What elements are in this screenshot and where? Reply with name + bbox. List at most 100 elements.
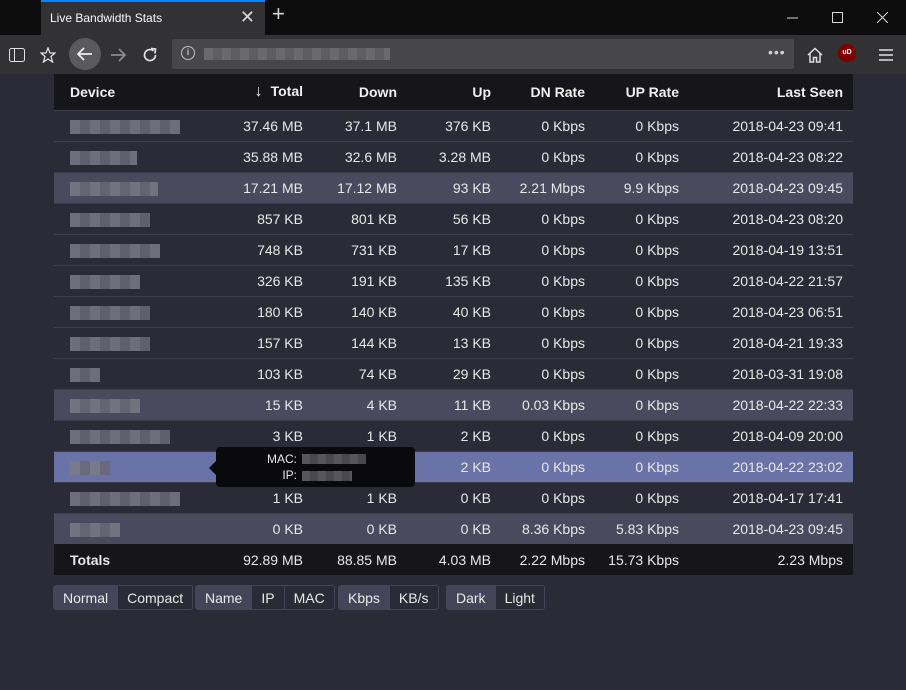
tooltip-mac-redacted <box>302 454 366 464</box>
cell-up-rate: 0 Kbps <box>635 458 679 475</box>
column-header-down[interactable]: Down <box>313 74 407 110</box>
name-label-button[interactable]: Name <box>196 586 253 609</box>
sidebar-icon <box>9 48 25 62</box>
menu-button[interactable] <box>871 40 901 70</box>
cell-total: 180 KB <box>257 303 303 320</box>
cell-up-rate: 0 Kbps <box>635 241 679 258</box>
device-name-cell[interactable] <box>54 451 213 482</box>
cell-up: 0 KB <box>460 489 491 506</box>
device-name-cell[interactable] <box>54 513 213 544</box>
device-name-redacted <box>70 522 120 537</box>
url-text-redacted <box>204 48 390 60</box>
forward-button[interactable] <box>103 40 133 70</box>
column-header-last-seen[interactable]: Last Seen <box>689 74 853 110</box>
device-name-cell[interactable] <box>54 265 213 296</box>
ublock-origin-icon[interactable]: uD <box>838 44 856 62</box>
close-tab-icon[interactable]: ✕ <box>240 8 255 26</box>
cell-up-rate: 0 Kbps <box>635 396 679 413</box>
navigation-toolbar: i ••• <box>0 35 906 74</box>
kbs-units-button[interactable]: KB/s <box>389 586 438 609</box>
home-button[interactable] <box>800 40 830 70</box>
cell-total: 0 KB <box>272 520 303 537</box>
cell-down: 17.12 MB <box>337 179 397 196</box>
cell-up-rate: 0 Kbps <box>635 148 679 165</box>
minimize-window-button[interactable] <box>770 0 815 35</box>
device-name-cell[interactable] <box>54 172 213 203</box>
column-header-device[interactable]: Device <box>54 74 213 110</box>
home-icon <box>807 47 823 63</box>
tab-live-bandwidth-stats[interactable]: Live Bandwidth Stats ✕ <box>41 0 265 35</box>
device-name-redacted <box>70 398 140 413</box>
device-name-redacted <box>70 212 150 227</box>
table-row[interactable]: 180 KB 140 KB 40 KB 0 Kbps 0 Kbps 2018-04-23 … <box>54 296 853 327</box>
sidebar-button[interactable] <box>2 40 32 70</box>
table-row[interactable]: 35.88 MB 32.6 MB 3.28 MB 0 Kbps 0 Kbps 2018-0… <box>54 141 853 172</box>
table-row[interactable]: 326 KB 191 KB 135 KB 0 Kbps 0 Kbps 2018-04-22… <box>54 265 853 296</box>
cell-down: 140 KB <box>351 303 397 320</box>
device-name-cell[interactable] <box>54 327 213 358</box>
totals-up: 4.03 MB <box>407 544 501 575</box>
kbps-units-button[interactable]: Kbps <box>339 586 390 609</box>
table-row[interactable]: 0 KB 0 KB 0 KB 8.36 Kbps 5.83 Kbps 2018-04-23… <box>54 513 853 544</box>
table-row[interactable]: 17.21 MB 17.12 MB 93 KB 2.21 Mbps 9.9 Kbps 20… <box>54 172 853 203</box>
cell-up: 40 KB <box>452 303 491 320</box>
device-name-cell[interactable] <box>54 203 213 234</box>
device-name-cell[interactable] <box>54 141 213 172</box>
back-button[interactable] <box>69 38 101 70</box>
cell-up: 13 KB <box>452 334 491 351</box>
column-header-up-rate[interactable]: UP Rate <box>595 74 689 110</box>
table-row[interactable]: 857 KB 801 KB 56 KB 0 Kbps 0 Kbps 2018-04-23 … <box>54 203 853 234</box>
device-name-cell[interactable] <box>54 358 213 389</box>
ip-label-button[interactable]: IP <box>252 586 285 609</box>
address-bar[interactable]: i ••• <box>172 39 794 69</box>
compact-density-button[interactable]: Compact <box>118 586 193 609</box>
cell-total: 17.21 MB <box>243 179 303 196</box>
device-name-cell[interactable] <box>54 389 213 420</box>
cell-dn-rate: 0 Kbps <box>541 427 585 444</box>
table-row[interactable]: 15 KB 4 KB 11 KB 0.03 Kbps 0 Kbps 2018-04-22 … <box>54 389 853 420</box>
table-row[interactable]: 3 KB 1 KB 2 KB 0 Kbps 0 Kbps 2018-04-09 20:00 <box>54 420 853 451</box>
cell-up: 2 KB <box>460 458 491 475</box>
column-header-up[interactable]: Up <box>407 74 501 110</box>
column-header-total[interactable]: ↓ Total <box>213 74 313 110</box>
table-row[interactable]: 1 KB 1 KB 0 KB 0 Kbps 0 Kbps 2018-04-17 17:41 <box>54 482 853 513</box>
totals-label: Totals <box>54 544 213 575</box>
cell-last-seen: 2018-04-23 08:20 <box>732 210 843 227</box>
cell-up-rate: 0 Kbps <box>635 210 679 227</box>
table-row[interactable]: 157 KB 144 KB 13 KB 0 Kbps 0 Kbps 2018-04-21 … <box>54 327 853 358</box>
mac-label-button[interactable]: MAC <box>284 586 334 609</box>
page-actions-icon[interactable]: ••• <box>768 44 786 60</box>
cell-up-rate: 0 Kbps <box>635 272 679 289</box>
close-window-button[interactable] <box>860 0 905 35</box>
device-name-cell[interactable] <box>54 296 213 327</box>
device-name-cell[interactable] <box>54 482 213 513</box>
cell-up-rate: 0 Kbps <box>635 303 679 320</box>
tooltip-mac-label: MAC: <box>267 452 297 466</box>
table-row[interactable]: 37.46 MB 37.1 MB 376 KB 0 Kbps 0 Kbps 2018-04… <box>54 110 853 141</box>
cell-down: 731 KB <box>351 241 397 258</box>
normal-density-button[interactable]: Normal <box>54 586 119 609</box>
site-info-icon[interactable]: i <box>181 46 195 60</box>
cell-last-seen: 2018-04-22 21:57 <box>732 272 843 289</box>
cell-down: 4 KB <box>366 396 397 413</box>
cell-up-rate: 0 Kbps <box>635 334 679 351</box>
reload-button[interactable] <box>135 40 165 70</box>
device-name-cell[interactable] <box>54 110 213 141</box>
column-header-dn-rate[interactable]: DN Rate <box>501 74 595 110</box>
dark-theme-button[interactable]: Dark <box>447 586 496 609</box>
maximize-icon <box>832 12 843 23</box>
device-name-cell[interactable] <box>54 234 213 265</box>
cell-dn-rate: 0 Kbps <box>541 241 585 258</box>
cell-up: 3.28 MB <box>438 148 491 165</box>
light-theme-button[interactable]: Light <box>495 586 544 609</box>
table-row[interactable]: 748 KB 731 KB 17 KB 0 Kbps 0 Kbps 2018-04-19 … <box>54 234 853 265</box>
close-icon <box>877 12 888 23</box>
maximize-window-button[interactable] <box>815 0 860 35</box>
bookmarks-button[interactable] <box>33 40 63 70</box>
table-row[interactable]: 103 KB 74 KB 29 KB 0 Kbps 0 Kbps 2018-03-31 1… <box>54 358 853 389</box>
cell-total: 857 KB <box>257 210 303 227</box>
cell-total: 103 KB <box>257 365 303 382</box>
device-name-cell[interactable] <box>54 420 213 451</box>
new-tab-button[interactable]: + <box>272 3 285 25</box>
table-row[interactable]: 0 KB2 KB0 Kbps0 Kbps2018-04-22 23:02 <box>54 451 853 482</box>
